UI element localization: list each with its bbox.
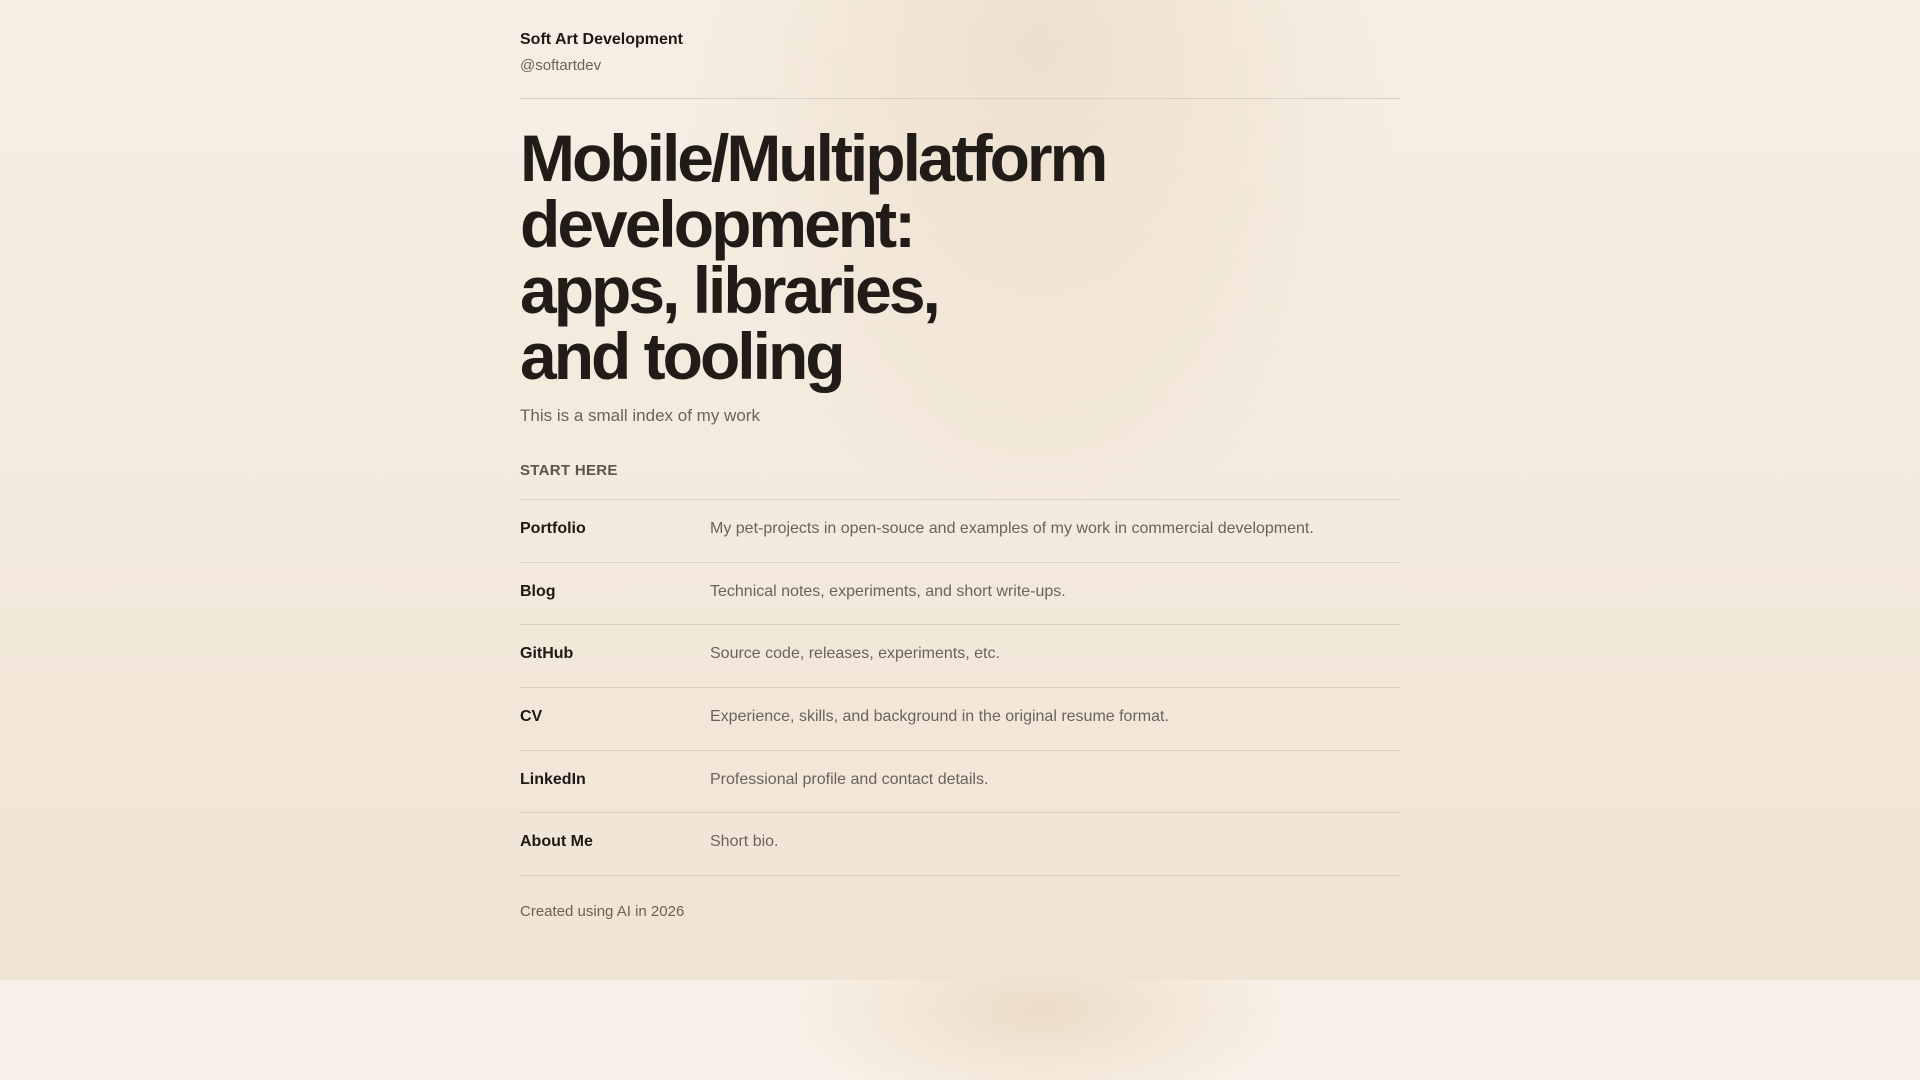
page-title-line: Mobile/Multiplatform	[520, 121, 1108, 195]
page-subtitle: This is a small index of my work	[520, 406, 760, 425]
site-handle: @softartdev	[520, 57, 602, 74]
section-label-start-here: START HERE	[520, 462, 618, 479]
page-title-line: apps, libraries,	[520, 253, 941, 327]
page-title: Mobile/Multiplatform development: apps, …	[520, 125, 1280, 389]
link-title[interactable]: Blog	[520, 583, 556, 601]
link-description: My pet-projects in open-souce and exampl…	[710, 520, 1314, 537]
link-row-cv[interactable]: CV Experience, skills, and background in…	[520, 687, 1400, 749]
link-description: Technical notes, experiments, and short …	[710, 583, 1066, 600]
link-description: Short bio.	[710, 833, 779, 850]
link-row-linkedin[interactable]: LinkedIn Professional profile and contac…	[520, 750, 1400, 812]
footer-note: Created using AI in 2026	[520, 903, 685, 920]
link-row-about-me[interactable]: About Me Short bio.	[520, 812, 1400, 874]
link-description: Source code, releases, experiments, etc.	[710, 645, 1000, 662]
page-background-lower	[0, 980, 1920, 1080]
link-row-portfolio[interactable]: Portfolio My pet-projects in open-souce …	[520, 499, 1400, 561]
link-row-github[interactable]: GitHub Source code, releases, experiment…	[520, 624, 1400, 686]
page-title-line: development:	[520, 187, 916, 261]
header-divider	[520, 98, 1400, 99]
link-title[interactable]: GitHub	[520, 645, 573, 663]
link-description: Experience, skills, and background in th…	[710, 708, 1169, 725]
page-title-line: and tooling	[520, 319, 846, 393]
link-title[interactable]: CV	[520, 708, 542, 726]
list-bottom-divider	[520, 875, 1400, 876]
link-description: Professional profile and contact details…	[710, 771, 989, 788]
link-title[interactable]: Portfolio	[520, 520, 586, 538]
link-title[interactable]: LinkedIn	[520, 771, 586, 789]
link-row-blog[interactable]: Blog Technical notes, experiments, and s…	[520, 562, 1400, 624]
link-title[interactable]: About Me	[520, 833, 593, 851]
site-name[interactable]: Soft Art Development	[520, 31, 683, 49]
